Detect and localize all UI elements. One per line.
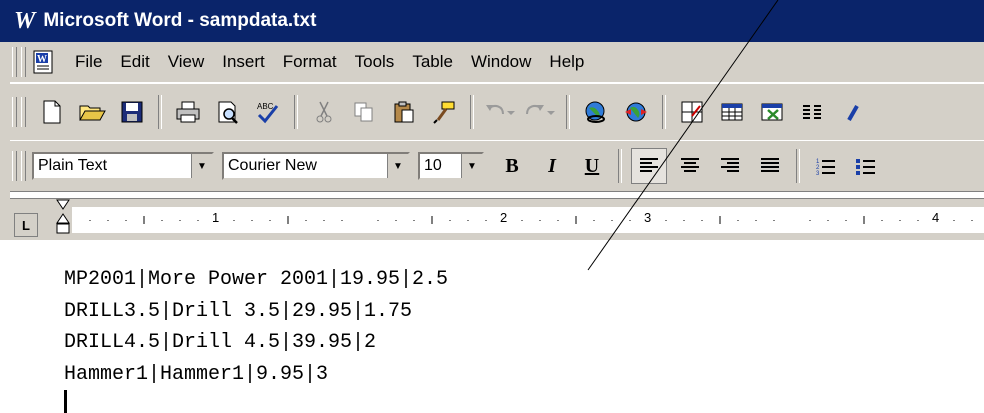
menu-window[interactable]: Window xyxy=(462,52,540,72)
align-right-icon[interactable] xyxy=(713,149,747,183)
tables-borders-icon[interactable] xyxy=(675,95,709,129)
toolbar-separator xyxy=(470,95,474,129)
document-area[interactable]: MP2001|More Power 2001|19.95|2.5 DRILL3.… xyxy=(0,240,984,413)
insert-excel-icon[interactable] xyxy=(755,95,789,129)
indent-markers[interactable] xyxy=(56,199,70,239)
font-size-value: 10 xyxy=(424,157,442,174)
title-bar[interactable]: W Microsoft Word - sampdata.txt xyxy=(0,0,984,42)
menu-table[interactable]: Table xyxy=(403,52,462,72)
standard-toolbar: ABC xyxy=(0,83,984,141)
toolbar-separator xyxy=(618,149,622,183)
columns-icon[interactable] xyxy=(795,95,829,129)
chevron-down-icon[interactable]: ▼ xyxy=(461,154,482,178)
ruler-number-2: 2 xyxy=(500,210,508,225)
new-document-icon[interactable] xyxy=(35,95,69,129)
ruler-number-1: 1 xyxy=(212,210,220,225)
italic-label: I xyxy=(548,154,556,177)
align-center-icon[interactable] xyxy=(673,149,707,183)
toolbar-separator xyxy=(294,95,298,129)
print-preview-icon[interactable] xyxy=(211,95,245,129)
chevron-down-icon[interactable]: ▼ xyxy=(387,154,408,178)
chevron-down-icon[interactable]: ▼ xyxy=(191,154,212,178)
tab-selector[interactable]: L xyxy=(14,213,38,237)
word-app-icon[interactable]: W xyxy=(14,8,35,35)
menu-format[interactable]: Format xyxy=(274,52,346,72)
bullets-icon[interactable] xyxy=(849,149,883,183)
formatting-toolbar: Plain Text ▼ Courier New ▼ 10 ▼ B I U 1 … xyxy=(0,140,984,192)
formatting-toolbar-grip[interactable] xyxy=(12,151,17,181)
menu-file[interactable]: File xyxy=(66,52,111,72)
underline-label: U xyxy=(584,154,600,177)
toolbar-separator xyxy=(796,149,800,183)
save-icon[interactable] xyxy=(115,95,149,129)
toolbar-separator xyxy=(662,95,666,129)
print-icon[interactable] xyxy=(171,95,205,129)
text-caret xyxy=(64,390,67,413)
ruler-number-3: 3 xyxy=(644,210,652,225)
ruler-ticks xyxy=(89,216,973,224)
document-line[interactable]: Hammer1|Hammer1|9.95|3 xyxy=(64,363,328,386)
style-value: Plain Text xyxy=(38,157,108,174)
open-folder-icon[interactable] xyxy=(75,95,109,129)
horizontal-ruler[interactable]: L 1 2 3 4 xyxy=(0,198,984,241)
document-line[interactable]: DRILL4.5|Drill 4.5|39.95|2 xyxy=(64,331,376,354)
ruler-strip[interactable]: 1 2 3 4 xyxy=(72,207,984,233)
svg-text:ABC: ABC xyxy=(257,102,274,111)
toolbar-separator xyxy=(158,95,162,129)
font-size-dropdown[interactable]: 10 ▼ xyxy=(418,152,484,180)
document-menu-icon[interactable]: W xyxy=(32,49,58,75)
standard-toolbar-grip-2[interactable] xyxy=(21,97,26,127)
font-dropdown[interactable]: Courier New ▼ xyxy=(222,152,410,180)
insert-table-icon[interactable] xyxy=(715,95,749,129)
menu-insert[interactable]: Insert xyxy=(213,52,274,72)
menu-bar: W File Edit View Insert Format Tools Tab… xyxy=(0,42,984,83)
bold-button[interactable]: B xyxy=(495,149,529,183)
cut-icon[interactable] xyxy=(307,95,341,129)
font-value: Courier New xyxy=(228,157,317,174)
toolbar-separator xyxy=(566,95,570,129)
redo-icon[interactable] xyxy=(523,95,557,129)
standard-toolbar-grip[interactable] xyxy=(12,97,17,127)
menubar-grip[interactable] xyxy=(12,47,17,77)
format-painter-icon[interactable] xyxy=(427,95,461,129)
window-title: Microsoft Word - sampdata.txt xyxy=(43,10,317,31)
spelling-icon[interactable]: ABC xyxy=(251,95,285,129)
menu-view[interactable]: View xyxy=(159,52,214,72)
word-window: W Microsoft Word - sampdata.txt W File E… xyxy=(0,0,984,413)
paste-icon[interactable] xyxy=(387,95,421,129)
insert-hyperlink-icon[interactable] xyxy=(579,95,613,129)
align-left-icon[interactable] xyxy=(631,148,667,184)
svg-text:3: 3 xyxy=(816,171,820,176)
drawing-icon[interactable] xyxy=(835,95,869,129)
ruler-number-4: 4 xyxy=(932,210,940,225)
document-line[interactable]: MP2001|More Power 2001|19.95|2.5 xyxy=(64,268,448,291)
menubar-grip-2[interactable] xyxy=(21,47,26,77)
formatting-toolbar-grip-2[interactable] xyxy=(21,151,26,181)
italic-button[interactable]: I xyxy=(535,149,569,183)
numbering-icon[interactable]: 123 xyxy=(809,149,843,183)
web-toolbar-icon[interactable] xyxy=(619,95,653,129)
bold-label: B xyxy=(505,154,519,177)
menu-help[interactable]: Help xyxy=(540,52,593,72)
menu-tools[interactable]: Tools xyxy=(346,52,404,72)
copy-icon[interactable] xyxy=(347,95,381,129)
style-dropdown[interactable]: Plain Text ▼ xyxy=(32,152,214,180)
svg-text:W: W xyxy=(37,54,47,65)
justify-icon[interactable] xyxy=(753,149,787,183)
underline-button[interactable]: U xyxy=(575,149,609,183)
document-line[interactable]: DRILL3.5|Drill 3.5|29.95|1.75 xyxy=(64,300,412,323)
undo-icon[interactable] xyxy=(483,95,517,129)
menu-edit[interactable]: Edit xyxy=(111,52,158,72)
